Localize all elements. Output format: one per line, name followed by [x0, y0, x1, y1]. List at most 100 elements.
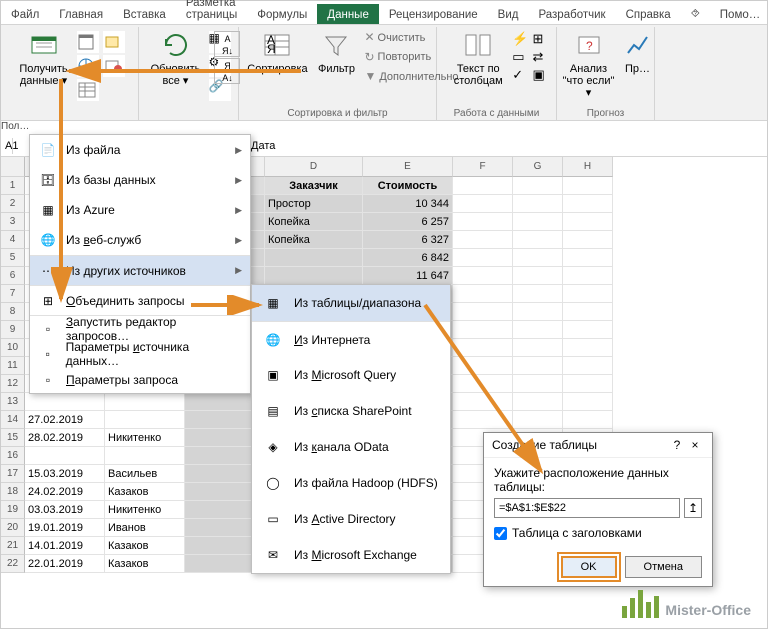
cell[interactable] [513, 375, 563, 393]
col-header[interactable]: D [265, 157, 363, 177]
ok-button[interactable]: OK [561, 556, 617, 578]
cell[interactable] [563, 285, 613, 303]
consolidate-icon[interactable]: ⊞ [532, 31, 544, 47]
cell[interactable]: 6 842 [363, 249, 453, 267]
cell[interactable]: Никитенко [105, 501, 185, 519]
cell[interactable]: 6 327 [363, 231, 453, 249]
tab-3[interactable]: Разметка страницы [176, 0, 247, 24]
menu-item[interactable]: ▫Запустить редактор запросов… [30, 315, 250, 341]
cell[interactable] [563, 357, 613, 375]
cell[interactable] [513, 321, 563, 339]
cell[interactable] [513, 411, 563, 429]
submenu-item[interactable]: ▤Из списка SharePoint [252, 393, 450, 429]
cell[interactable] [563, 177, 613, 195]
row-header[interactable]: 13 [1, 393, 25, 411]
cell[interactable] [563, 267, 613, 285]
text-to-columns-button[interactable]: Текст по столбцам [448, 27, 508, 89]
cell[interactable] [563, 213, 613, 231]
row-header[interactable]: 18 [1, 483, 25, 501]
tab-2[interactable]: Вставка [113, 4, 176, 24]
cancel-button[interactable]: Отмена [625, 556, 702, 578]
cell[interactable] [513, 213, 563, 231]
cell[interactable]: Иванов [105, 519, 185, 537]
col-header[interactable]: E [363, 157, 453, 177]
cell[interactable] [453, 357, 513, 375]
cell[interactable] [513, 303, 563, 321]
range-selector-icon[interactable]: ↥ [684, 498, 702, 518]
headers-checkbox[interactable]: Таблица с заголовками [494, 526, 702, 540]
cell[interactable] [453, 393, 513, 411]
cell[interactable] [453, 231, 513, 249]
cell[interactable]: Копейка [265, 231, 363, 249]
cell[interactable] [563, 231, 613, 249]
cell[interactable] [513, 339, 563, 357]
row-header[interactable]: 19 [1, 501, 25, 519]
menu-item[interactable]: ▫Параметры источника данных… [30, 341, 250, 367]
cell[interactable]: 22.01.2019 [25, 555, 105, 573]
row-header[interactable]: 12 [1, 375, 25, 393]
from-web-icon[interactable] [77, 55, 99, 77]
col-header[interactable]: H [563, 157, 613, 177]
submenu-item[interactable]: ▣Из Microsoft Query [252, 357, 450, 393]
cell[interactable] [453, 339, 513, 357]
menu-item[interactable]: 🗄Из базы данных▶ [30, 165, 250, 195]
cell[interactable] [563, 321, 613, 339]
cell[interactable]: Стоимость [363, 177, 453, 195]
cell[interactable] [563, 393, 613, 411]
cell[interactable] [513, 357, 563, 375]
submenu-item[interactable]: ▦Из таблицы/диапазона [252, 285, 450, 321]
row-header[interactable]: 15 [1, 429, 25, 447]
from-text-icon[interactable] [77, 31, 99, 53]
row-header[interactable]: 11 [1, 357, 25, 375]
cell[interactable] [453, 195, 513, 213]
cell[interactable]: 03.03.2019 [25, 501, 105, 519]
row-header[interactable]: 2 [1, 195, 25, 213]
row-header[interactable]: 8 [1, 303, 25, 321]
tab-10[interactable]: ⯑ [681, 3, 710, 24]
filter-button[interactable]: Фильтр [314, 27, 358, 77]
tab-9[interactable]: Справка [616, 4, 681, 24]
menu-item[interactable]: ▦Из Azure▶ [30, 195, 250, 225]
row-header[interactable]: 10 [1, 339, 25, 357]
cell[interactable] [105, 411, 185, 429]
cell[interactable] [563, 195, 613, 213]
relations-icon[interactable]: ⇄ [532, 49, 544, 65]
recent-sources-icon[interactable] [103, 31, 125, 53]
cell[interactable]: 24.02.2019 [25, 483, 105, 501]
cell[interactable] [265, 267, 363, 285]
cell[interactable] [25, 447, 105, 465]
menu-item[interactable]: ⊞Объединить запросы▶ [30, 285, 250, 315]
cell[interactable] [105, 393, 185, 411]
cell[interactable] [453, 177, 513, 195]
tab-5[interactable]: Данные [317, 4, 379, 24]
submenu-item[interactable]: 🌐Из Интернета [252, 321, 450, 357]
cell[interactable]: Никитенко [105, 429, 185, 447]
sort-az-icon[interactable]: АЯ↓ [214, 31, 240, 57]
flash-fill-icon[interactable]: ⚡ [512, 31, 528, 47]
cell[interactable]: 27.02.2019 [25, 411, 105, 429]
name-box[interactable]: A1 [1, 138, 13, 154]
what-if-button[interactable]: ? Анализ "что если" ▾ [559, 27, 619, 101]
cell[interactable] [453, 249, 513, 267]
cell[interactable] [25, 393, 105, 411]
cell[interactable] [453, 267, 513, 285]
data-model-icon[interactable]: ▣ [532, 67, 544, 83]
cell[interactable] [453, 375, 513, 393]
cell[interactable] [563, 411, 613, 429]
cell[interactable]: Заказчик [265, 177, 363, 195]
sort-za-icon[interactable]: ЯА↓ [214, 58, 240, 84]
row-header[interactable]: 4 [1, 231, 25, 249]
row-header[interactable]: 17 [1, 465, 25, 483]
submenu-item[interactable]: ◯Из файла Hadoop (HDFS) [252, 465, 450, 501]
row-header[interactable]: 20 [1, 519, 25, 537]
row-header[interactable]: 9 [1, 321, 25, 339]
cell[interactable] [513, 249, 563, 267]
menu-item[interactable]: 🌐Из веб-служб▶ [30, 225, 250, 255]
cell[interactable]: Копейка [265, 213, 363, 231]
range-input[interactable] [494, 498, 680, 518]
get-data-button[interactable]: Получить данные ▾ [15, 27, 73, 89]
tab-1[interactable]: Главная [49, 4, 113, 24]
sort-button[interactable]: АЯ Сортировка [244, 27, 310, 77]
forecast-button[interactable]: Пр… [623, 27, 653, 77]
cell[interactable] [513, 231, 563, 249]
